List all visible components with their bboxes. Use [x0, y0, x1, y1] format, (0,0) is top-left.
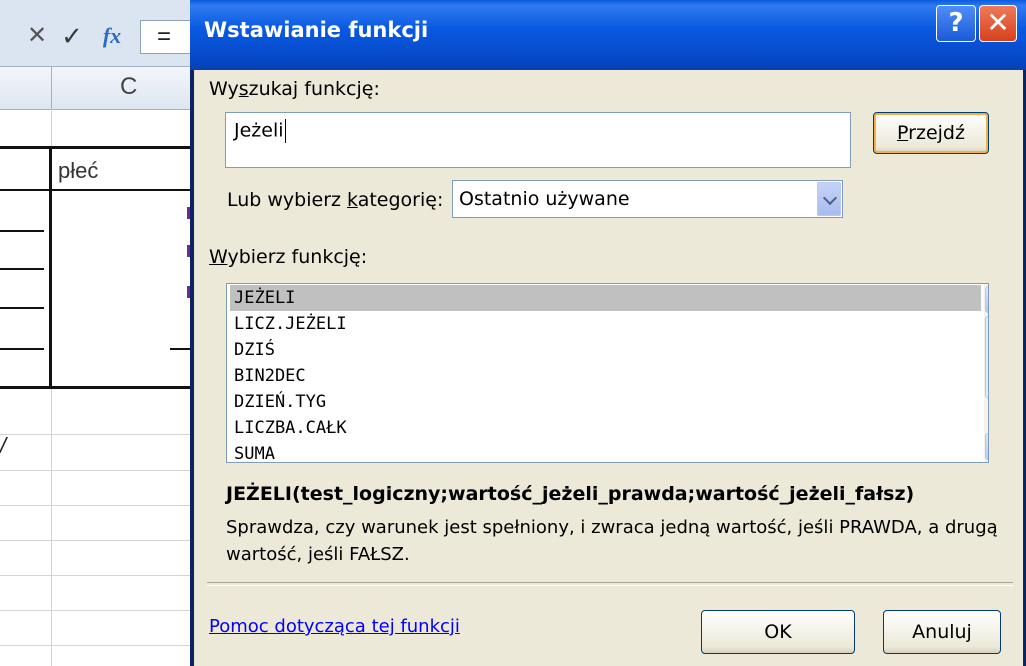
text-caret: [284, 119, 286, 143]
table-border-col: [49, 146, 52, 389]
grid-hline: [0, 575, 196, 576]
list-scrollbar[interactable]: [984, 284, 988, 462]
dialog-body: Wyszukaj funkcję: Jeżeli Przejdź Lub wyb…: [194, 70, 1023, 666]
function-description: Sprawdza, czy warunek jest spełniony, i …: [226, 517, 998, 565]
function-list-label: Wybierz funkcję:: [209, 246, 368, 268]
function-list[interactable]: JEŻELI LICZ.JEŻELI DZIŚ BIN2DEC DZIEŃ.TY…: [226, 283, 989, 463]
table-header-line: [0, 189, 196, 191]
search-function-input[interactable]: Jeżeli: [225, 112, 851, 168]
enter-check-icon[interactable]: ✓: [58, 18, 86, 54]
table-row-line: [0, 230, 44, 232]
list-item[interactable]: LICZBA.CAŁK: [230, 415, 981, 441]
list-item[interactable]: BIN2DEC: [230, 363, 981, 389]
function-signature: JEŻELI(test_logiczny;wartość_jeżeli_praw…: [226, 483, 915, 505]
formula-bar: ✕ ✓ fx =: [0, 0, 196, 67]
search-label: Wyszukaj funkcję:: [209, 78, 380, 100]
list-item[interactable]: JEŻELI: [230, 285, 981, 311]
help-link[interactable]: Pomoc dotycząca tej funkcji: [209, 616, 460, 637]
table-row-line: [0, 307, 44, 309]
column-header-row: C: [0, 67, 196, 110]
go-button[interactable]: Przejdź: [873, 112, 989, 154]
scrollbar-thumb[interactable]: [985, 316, 988, 398]
scroll-down-icon[interactable]: [985, 433, 988, 460]
grid-hline: [0, 505, 196, 506]
excel-background: ✕ ✓ fx = C płeć /: [0, 0, 196, 666]
grid-hline: [0, 540, 196, 541]
table-row-line: [0, 348, 44, 350]
close-icon[interactable]: ✕: [979, 5, 1017, 42]
formula-input[interactable]: =: [140, 20, 196, 54]
table-border-top: [0, 146, 196, 149]
list-item[interactable]: DZIEŃ.TYG: [230, 389, 981, 415]
chevron-down-icon[interactable]: [817, 182, 841, 216]
insert-function-dialog: Wstawianie funkcji ? ✕ Wyszukaj funkcję:…: [190, 0, 1026, 666]
grid-hline: [0, 610, 196, 611]
category-select[interactable]: Ostatnio używane: [452, 180, 843, 218]
formula-value: =: [157, 23, 172, 50]
list-item[interactable]: DZIŚ: [230, 337, 981, 363]
list-item[interactable]: SUMA: [230, 441, 981, 462]
table-row-line: [0, 268, 44, 270]
list-item[interactable]: LICZ.JEŻELI: [230, 311, 981, 337]
column-separator: [51, 67, 52, 109]
cell-plec[interactable]: płeć: [58, 158, 98, 184]
help-icon[interactable]: ?: [936, 5, 976, 42]
column-header-c[interactable]: C: [120, 73, 137, 101]
title-bar[interactable]: Wstawianie funkcji ? ✕: [190, 0, 1026, 70]
category-label: Lub wybierz kategorię:: [227, 189, 444, 211]
ok-button[interactable]: OK: [701, 610, 855, 654]
grid-hline: [0, 434, 196, 435]
cancel-button[interactable]: Anuluj: [883, 610, 1001, 654]
cancel-icon[interactable]: ✕: [26, 18, 48, 54]
divider: [207, 582, 1013, 586]
scroll-up-icon[interactable]: [985, 286, 988, 313]
table-border-bottom: [0, 386, 196, 389]
dialog-title: Wstawianie funkcji: [204, 18, 429, 42]
grid-hline: [0, 645, 196, 646]
partial-cell-text: /: [0, 433, 7, 458]
search-text: Jeżeli: [234, 119, 286, 143]
fx-icon[interactable]: fx: [97, 18, 127, 54]
grid-hline: [0, 470, 196, 471]
category-value: Ostatnio używane: [459, 188, 630, 210]
